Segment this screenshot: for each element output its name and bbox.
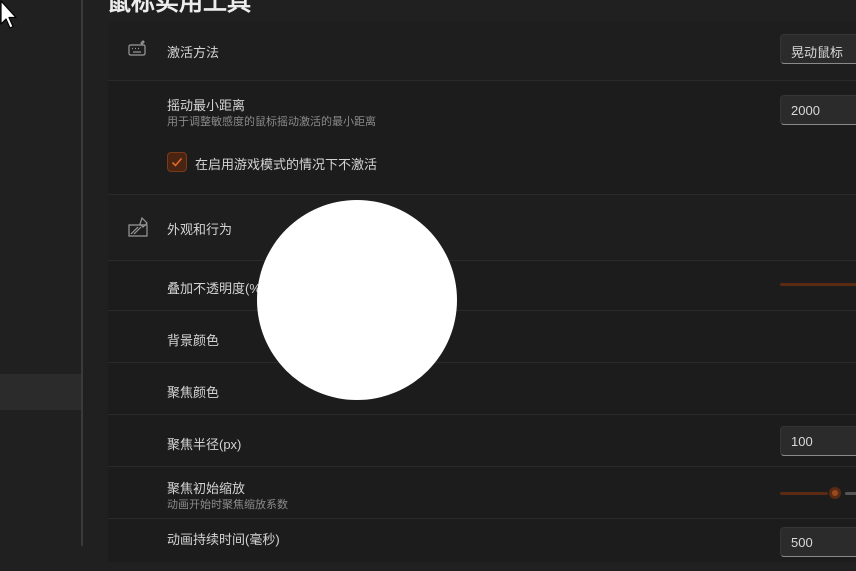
initial-zoom-slider-rest: [845, 492, 856, 495]
initial-zoom-label: 聚焦初始缩放: [167, 481, 246, 496]
background-color-label: 背景颜色: [167, 333, 220, 348]
sidebar: [0, 0, 83, 546]
mouse-pointer-icon: [0, 0, 17, 29]
opacity-slider[interactable]: [780, 283, 856, 286]
opacity-row: 叠加不透明度(%): [108, 260, 856, 311]
initial-zoom-description: 动画开始时聚焦缩放系数: [167, 499, 288, 511]
initial-zoom-slider-thumb[interactable]: [829, 487, 841, 499]
initial-zoom-row: 聚焦初始缩放 动画开始时聚焦缩放系数: [108, 466, 856, 519]
settings-panel: 激活方法 晃动鼠标 摇动最小距离 用于调整敏感度的鼠标摇动激活的最小距离 200…: [108, 22, 856, 562]
keyboard-icon: [128, 40, 146, 58]
game-mode-checkbox[interactable]: [167, 152, 187, 172]
min-distance-row: 摇动最小距离 用于调整敏感度的鼠标摇动激活的最小距离 2000: [108, 80, 856, 141]
sidebar-item-selected[interactable]: [0, 374, 81, 410]
activation-method-dropdown[interactable]: 晃动鼠标: [780, 34, 856, 64]
appearance-section-label: 外观和行为: [167, 222, 233, 237]
game-mode-row: 在启用游戏模式的情况下不激活: [108, 140, 856, 190]
focus-radius-label: 聚焦半径(px): [167, 437, 242, 452]
duration-label: 动画持续时间(毫秒): [167, 532, 280, 547]
min-distance-input[interactable]: 2000: [780, 95, 856, 125]
focus-color-row: 聚焦颜色: [108, 362, 856, 415]
game-mode-label: 在启用游戏模式的情况下不激活: [195, 157, 378, 172]
min-distance-description: 用于调整敏感度的鼠标摇动激活的最小距离: [167, 116, 376, 128]
duration-row: 动画持续时间(毫秒) 500: [108, 518, 856, 571]
opacity-label: 叠加不透明度(%): [167, 281, 266, 296]
focus-radius-input[interactable]: 100: [780, 426, 856, 456]
page-title: 鼠标实用工具: [107, 0, 251, 16]
min-distance-label: 摇动最小距离: [167, 98, 246, 113]
checkmark-icon: [171, 157, 183, 167]
background-color-row: 背景颜色: [108, 310, 856, 363]
paint-brush-icon: [128, 216, 148, 237]
activation-method-row: 激活方法 晃动鼠标: [108, 22, 856, 80]
appearance-section-header: 外观和行为: [108, 194, 856, 261]
mouse-spotlight: [257, 200, 457, 400]
duration-input[interactable]: 500: [780, 527, 856, 557]
focus-color-label: 聚焦颜色: [167, 385, 220, 400]
focus-radius-row: 聚焦半径(px) 100: [108, 414, 856, 467]
initial-zoom-slider-fill: [780, 492, 828, 495]
activation-method-label: 激活方法: [167, 45, 220, 60]
